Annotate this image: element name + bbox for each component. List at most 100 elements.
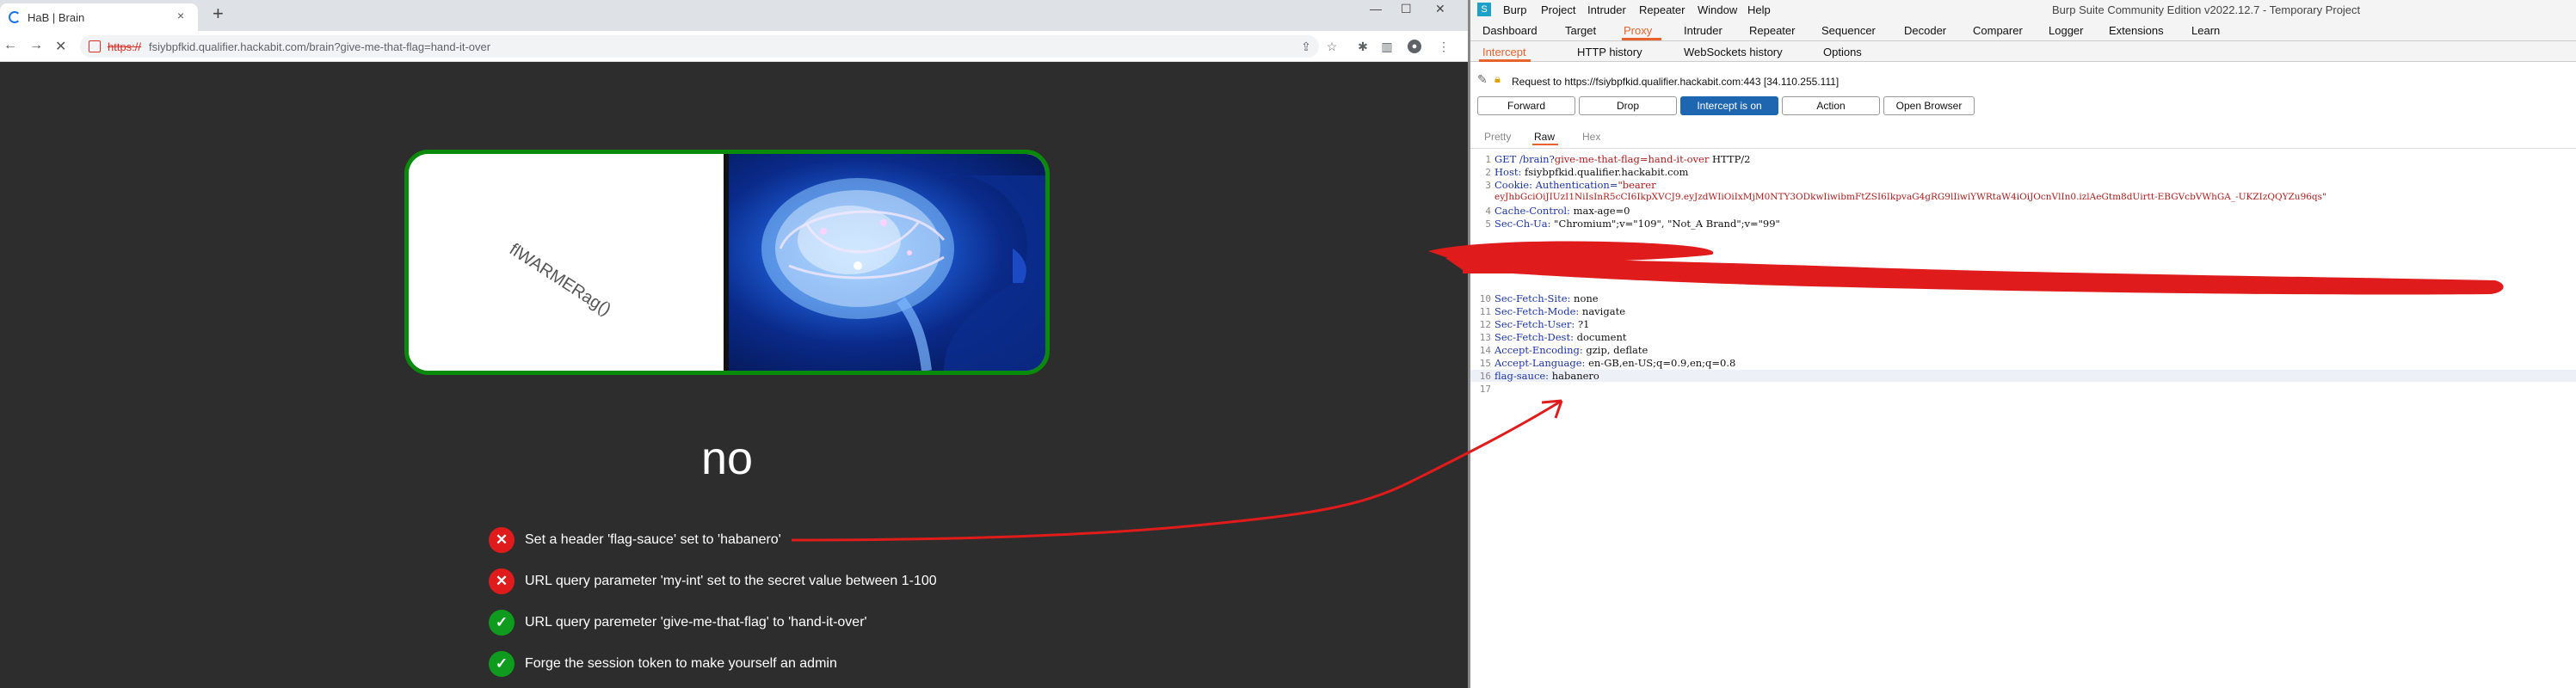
request-query: give-me-that-flag=hand-it-over <box>1554 153 1710 165</box>
line-number: 17 <box>1479 384 1491 395</box>
header-value: gzip, deflate <box>1582 344 1649 356</box>
request-editor[interactable]: 1 GET /brain?give-me-that-flag=hand-it-o… <box>1470 148 2576 688</box>
menu-window[interactable]: Window <box>1698 3 1737 16</box>
hero-text-panel: flWARMERag() <box>409 154 727 371</box>
menu-icon[interactable]: ⋮ <box>1437 40 1451 53</box>
drop-button[interactable]: Drop <box>1579 96 1677 115</box>
star-icon[interactable]: ☆ <box>1325 40 1339 53</box>
request-info: Request to https://fsiybpfkid.qualifier.… <box>1512 76 1840 88</box>
tab-intruder[interactable]: Intruder <box>1684 24 1722 37</box>
header-value: ?1 <box>1575 318 1590 330</box>
tab-decoder[interactable]: Decoder <box>1904 24 1946 37</box>
extension-icon[interactable]: ✱ <box>1356 40 1370 53</box>
header-line: Sec-Ch-Ua: "Chromium";v="109", "Not_A Br… <box>1494 218 1780 230</box>
edit-icon[interactable]: ✎ <box>1477 72 1488 87</box>
tab-comparer[interactable]: Comparer <box>1973 24 2023 37</box>
header-line: Cookie: Authentication="bearer <box>1494 179 1656 191</box>
line-number: 5 <box>1485 218 1491 230</box>
tab-learn[interactable]: Learn <box>2191 24 2220 37</box>
view-tab-pretty[interactable]: Pretty <box>1484 131 1511 143</box>
tab-proxy[interactable]: Proxy <box>1624 24 1652 37</box>
challenge-check-text: URL query parameter 'my-int' set to the … <box>525 574 937 588</box>
subtab-options[interactable]: Options <box>1823 46 1862 58</box>
request-method-path: GET /brain? <box>1494 153 1555 165</box>
menu-burp[interactable]: Burp <box>1503 3 1526 16</box>
challenge-check-text: URL query paremeter 'give-me-that-flag' … <box>525 615 867 630</box>
browser-toolbar: ← → ✕ https:// fsiybpfkid.qualifier.hack… <box>0 31 1468 62</box>
intercept-toggle-button[interactable]: Intercept is on <box>1680 96 1778 115</box>
header-line-continuation: eyJhbGciOiJIUzI1NiIsInR5cCI6IkpXVCJ9.eyJ… <box>1494 192 2326 202</box>
forward-button[interactable]: → <box>29 38 43 53</box>
request-protocol: HTTP/2 <box>1709 153 1751 165</box>
burp-suite-window: S Burp Project Intruder Repeater Window … <box>1468 0 2576 688</box>
pass-icon: ✓ <box>489 610 515 636</box>
hero-rotated-text: flWARMERag() <box>506 240 615 320</box>
menu-intruder[interactable]: Intruder <box>1587 3 1626 16</box>
active-view-indicator <box>1532 144 1558 145</box>
view-tab-raw[interactable]: Raw <box>1534 131 1555 143</box>
line-number: 16 <box>1479 371 1491 382</box>
page-content: flWARMERag() no ✕ Set a header 'flag-sau… <box>0 62 1468 688</box>
stop-loading-button[interactable]: ✕ <box>55 38 66 55</box>
menu-repeater[interactable]: Repeater <box>1639 3 1685 16</box>
line-number: 14 <box>1479 345 1491 356</box>
header-line: flag-sauce: habanero <box>1494 370 1599 382</box>
fail-icon: ✕ <box>489 527 515 553</box>
header-name: Sec-Fetch-User: <box>1494 318 1575 330</box>
maximize-button[interactable]: ☐ <box>1401 2 1412 16</box>
menu-help[interactable]: Help <box>1747 3 1771 16</box>
menu-project[interactable]: Project <box>1541 3 1575 16</box>
tab-dashboard[interactable]: Dashboard <box>1482 24 1538 37</box>
action-button[interactable]: Action <box>1782 96 1880 115</box>
sidebar-icon[interactable]: ▥ <box>1380 40 1394 53</box>
line-number: 13 <box>1479 332 1491 343</box>
tab-target[interactable]: Target <box>1565 24 1596 37</box>
url-text: fsiybpfkid.qualifier.hackabit.com/brain?… <box>149 40 491 53</box>
close-window-button[interactable]: ✕ <box>1435 2 1445 16</box>
result-heading: no <box>700 433 754 484</box>
subtab-intercept[interactable]: Intercept <box>1482 46 1526 58</box>
view-tab-hex[interactable]: Hex <box>1582 131 1600 143</box>
forward-button[interactable]: Forward <box>1477 96 1575 115</box>
new-tab-button[interactable]: + <box>213 4 224 23</box>
tab-extensions[interactable]: Extensions <box>2109 24 2164 37</box>
header-value: en-GB,en-US;q=0.9,en;q=0.8 <box>1585 357 1736 369</box>
tab-logger[interactable]: Logger <box>2049 24 2083 37</box>
header-value: document <box>1573 331 1627 343</box>
browser-window: HaB | Brain × + — ☐ ✕ ← → ✕ https:// fsi… <box>0 0 1468 688</box>
proxy-subtabs: Intercept HTTP history WebSockets histor… <box>1470 41 2576 62</box>
burp-logo-icon: S <box>1477 3 1491 16</box>
open-browser-button[interactable]: Open Browser <box>1883 96 1975 115</box>
line-number: 3 <box>1485 180 1491 191</box>
profile-icon[interactable]: ● <box>1408 40 1421 53</box>
subtab-http-history[interactable]: HTTP history <box>1577 46 1642 58</box>
browser-tab[interactable]: HaB | Brain × <box>0 3 198 31</box>
header-value: max-age=0 <box>1569 205 1630 217</box>
header-name: Host: <box>1494 166 1522 178</box>
share-icon[interactable]: ⇪ <box>1299 40 1313 53</box>
challenge-check-text: Forge the session token to make yourself… <box>525 656 837 671</box>
subtab-websockets-history[interactable]: WebSockets history <box>1684 46 1783 58</box>
tab-sequencer[interactable]: Sequencer <box>1821 24 1876 37</box>
header-value: eyJhbGciOiJIUzI1NiIsInR5cCI6IkpXVCJ9.eyJ… <box>1494 192 2326 202</box>
header-line: Sec-Fetch-User: ?1 <box>1494 318 1589 330</box>
header-line: Sec-Fetch-Dest: document <box>1494 331 1626 343</box>
header-line: Sec-Fetch-Mode: navigate <box>1494 305 1625 317</box>
lock-icon: 🔒︎ <box>1494 72 1501 85</box>
pass-icon: ✓ <box>489 651 515 677</box>
url-scheme: https:// <box>108 40 142 53</box>
brain-illustration <box>761 174 1045 371</box>
brain-image <box>729 154 1045 371</box>
not-secure-icon[interactable] <box>89 40 101 52</box>
header-line: Cache-Control: max-age=0 <box>1494 205 1630 217</box>
address-bar[interactable]: https:// fsiybpfkid.qualifier.hackabit.c… <box>80 35 1319 58</box>
tab-close-icon[interactable]: × <box>177 9 184 22</box>
line-number: 11 <box>1479 306 1491 317</box>
header-name: Sec-Fetch-Mode: <box>1494 305 1580 317</box>
header-value: habanero <box>1549 370 1599 382</box>
back-button[interactable]: ← <box>3 38 17 53</box>
minimize-button[interactable]: — <box>1370 2 1382 15</box>
header-value: navigate <box>1579 305 1626 317</box>
header-line: Sec-Fetch-Site: none <box>1494 292 1599 304</box>
tab-repeater[interactable]: Repeater <box>1749 24 1795 37</box>
